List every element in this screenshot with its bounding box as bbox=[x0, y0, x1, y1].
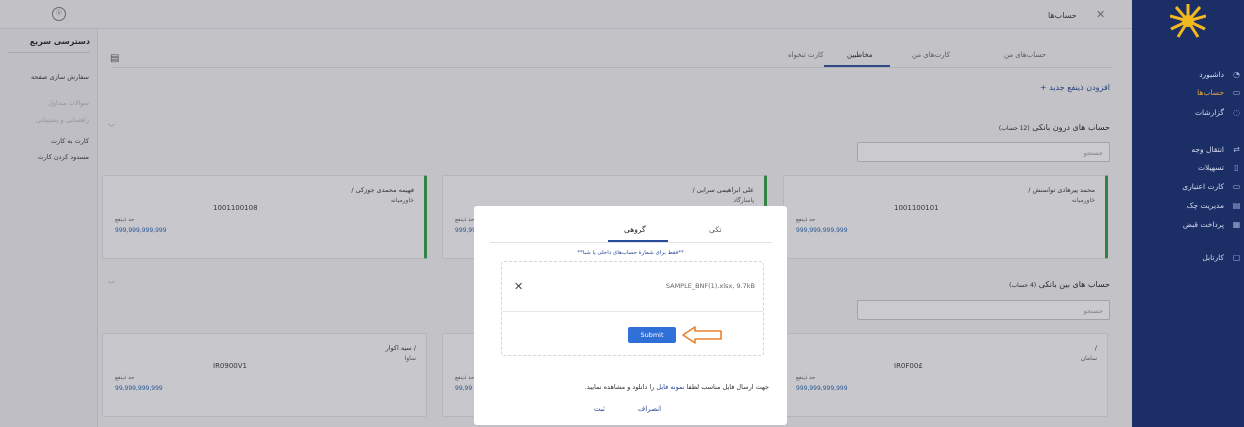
modal-tabs-divider bbox=[490, 242, 772, 243]
sidebar-item-label: کارتابل bbox=[1202, 253, 1224, 262]
wallet-icon: ▭ bbox=[1232, 88, 1241, 97]
file-dropzone[interactable]: ✕ SAMPLE_BNF(1).xlsx, 9.7kB Submit bbox=[501, 261, 764, 356]
cartable-icon: ▢ bbox=[1232, 253, 1241, 262]
report-icon: ◌ bbox=[1233, 108, 1240, 117]
hint-text: را دانلود و مشاهده نمایید. bbox=[584, 383, 657, 391]
file-name: SAMPLE_BNF(1).xlsx, 9.7kB bbox=[665, 282, 755, 290]
sidebar: ◔ داشبورد ▭ حساب‌ها ◌ گزارشات ⇄ انتقال وجه ▯… bbox=[1132, 0, 1244, 427]
cancel-button[interactable]: انصراف bbox=[638, 405, 661, 413]
submit-button[interactable]: Submit bbox=[628, 327, 676, 343]
tab-single[interactable]: تکی bbox=[709, 225, 721, 234]
group-upload-note: **فقط برای شمارهٔ حساب‌های داخلی یا شبا*… bbox=[577, 250, 684, 256]
sidebar-item-label: مدیریت چک bbox=[1186, 201, 1224, 210]
bill-icon: ▦ bbox=[1232, 220, 1241, 229]
tab-group[interactable]: گروهی bbox=[624, 225, 646, 234]
sidebar-item-label: حساب‌ها bbox=[1197, 88, 1224, 97]
sidebar-item-label: انتقال وجه bbox=[1191, 145, 1224, 154]
confirm-button[interactable]: ثبت bbox=[594, 405, 605, 413]
active-tab-indicator bbox=[608, 240, 668, 242]
uploaded-file-row: ✕ SAMPLE_BNF(1).xlsx, 9.7kB bbox=[502, 262, 763, 312]
hint-text: جهت ارسال فایل مناسب لطفا bbox=[684, 383, 769, 391]
sample-file-hint: جهت ارسال فایل مناسب لطفا نمونه فایل را … bbox=[585, 383, 769, 391]
sidebar-item-label: تسهیلات bbox=[1197, 163, 1224, 172]
add-beneficiary-modal: تکی گروهی **فقط برای شمارهٔ حساب‌های داخ… bbox=[474, 206, 787, 425]
bank-logo bbox=[1169, 4, 1207, 38]
remove-file-icon[interactable]: ✕ bbox=[514, 280, 523, 293]
cheque-icon: ▤ bbox=[1232, 201, 1241, 210]
card-icon: ▭ bbox=[1232, 182, 1241, 191]
dashboard-icon: ◔ bbox=[1233, 70, 1240, 79]
sample-file-link[interactable]: نمونه فایل bbox=[656, 383, 684, 391]
sidebar-item-label: گزارشات bbox=[1194, 108, 1224, 117]
transfer-icon: ⇄ bbox=[1233, 145, 1240, 154]
sidebar-item-label: داشبورد bbox=[1199, 70, 1224, 79]
arrow-left-icon bbox=[682, 326, 722, 344]
sidebar-item-label: پرداخت قبض bbox=[1182, 220, 1224, 229]
loan-icon: ▯ bbox=[1234, 163, 1239, 172]
sidebar-item-label: کارت اعتباری bbox=[1182, 182, 1224, 191]
